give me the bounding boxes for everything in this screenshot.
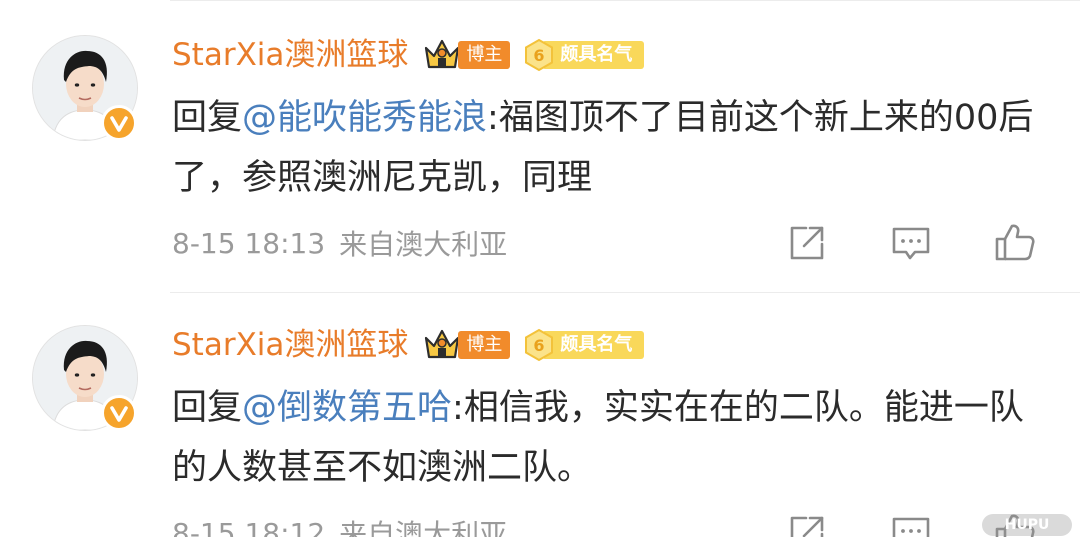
share-button[interactable]	[784, 220, 830, 266]
fame-badge[interactable]: 6 颇具名气	[522, 38, 645, 72]
comment-text: 回复@倒数第五哈:相信我，实实在在的二队。能进一队的人数甚至不如澳洲二队。	[172, 378, 1052, 498]
crown-icon	[425, 329, 460, 359]
fame-level-icon: 6	[525, 328, 554, 362]
username-link[interactable]: StarXia澳洲篮球	[172, 33, 408, 77]
blogger-badge[interactable]: 博主	[422, 37, 511, 73]
timestamp: 8-15 18:12	[172, 516, 326, 537]
fame-level-number: 6	[534, 46, 545, 65]
share-icon	[790, 226, 824, 260]
blogger-tag: 博主	[458, 41, 511, 69]
like-icon	[995, 224, 1035, 261]
comment-feed: StarXia澳洲篮球 博主 6 颇具名气 回复@能吹能秀能浪:福图顶不了目前这…	[0, 0, 1080, 537]
username-row: StarXia澳洲篮球 博主 6 颇具名气	[172, 33, 645, 77]
share-icon	[790, 516, 824, 537]
username-row: StarXia澳洲篮球 博主 6 颇具名气	[172, 323, 645, 367]
verified-badge-icon	[101, 395, 137, 431]
comment-icon	[892, 517, 930, 537]
source-location: 来自澳大利亚	[339, 518, 508, 537]
comment-button[interactable]	[888, 220, 934, 266]
meta-row: 8-15 18:13 来自澳大利亚	[172, 223, 507, 263]
blogger-badge[interactable]: 博主	[422, 327, 511, 363]
fame-level-number: 6	[534, 336, 545, 355]
mention-link[interactable]: @倒数第五哈	[242, 388, 452, 428]
source-location: 来自澳大利亚	[339, 228, 508, 261]
verified-badge-icon	[101, 105, 137, 141]
reply-prefix: 回复	[172, 98, 243, 138]
blogger-tag: 博主	[458, 331, 511, 359]
mention-link[interactable]: @能吹能秀能浪	[242, 98, 487, 138]
fame-level-icon: 6	[525, 38, 554, 72]
like-button[interactable]	[992, 220, 1038, 266]
watermark-logo: HUPU	[982, 514, 1072, 536]
comment-text: 回复@能吹能秀能浪:福图顶不了目前这个新上来的00后了，参照澳洲尼克凯，同理	[172, 88, 1052, 208]
share-button[interactable]	[784, 510, 830, 537]
timestamp: 8-15 18:13	[172, 226, 326, 260]
comment-button[interactable]	[888, 510, 934, 537]
meta-row: 8-15 18:12 来自澳大利亚	[172, 513, 507, 537]
top-divider	[170, 0, 1080, 1]
comment-divider	[170, 292, 1080, 293]
comment-icon	[892, 227, 930, 260]
crown-icon	[425, 39, 460, 69]
reply-prefix: 回复	[172, 388, 243, 428]
fame-tag: 颇具名气	[542, 41, 645, 69]
fame-tag: 颇具名气	[542, 331, 645, 359]
fame-badge[interactable]: 6 颇具名气	[522, 328, 645, 362]
username-link[interactable]: StarXia澳洲篮球	[172, 323, 408, 367]
